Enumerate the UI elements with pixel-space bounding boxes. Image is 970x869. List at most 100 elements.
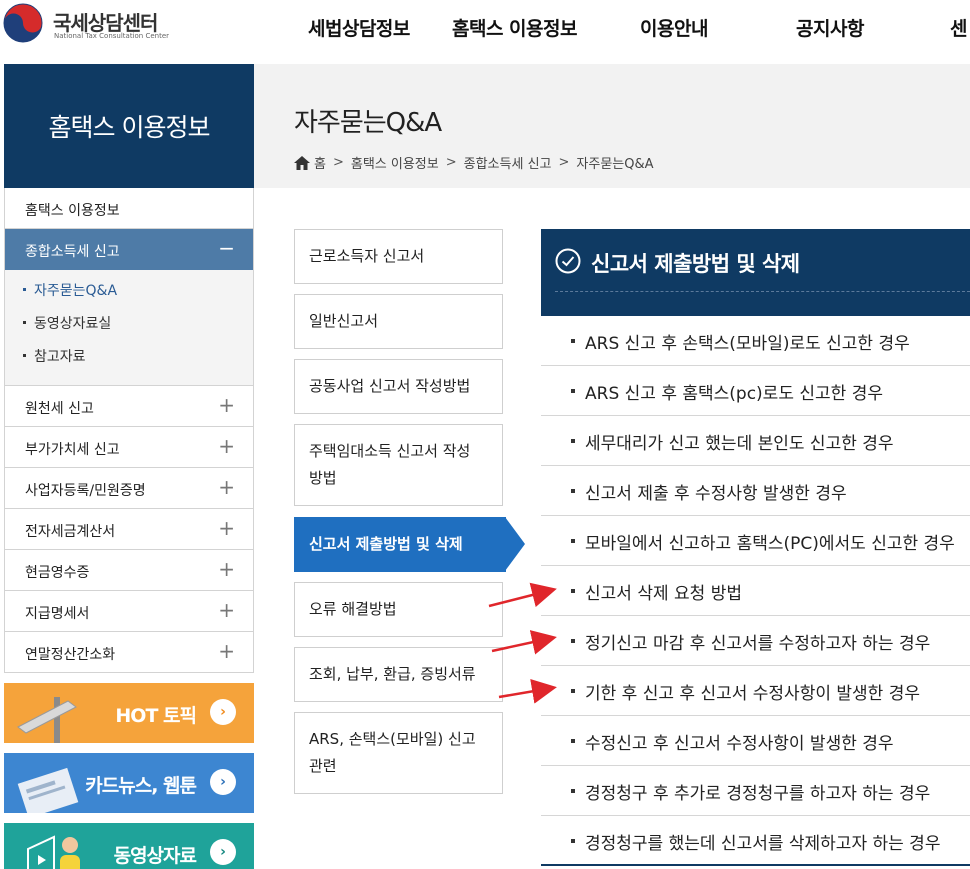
bullet-icon	[23, 320, 26, 324]
arrow-right-icon: ›	[210, 769, 236, 795]
arrow-right-icon: ›	[210, 839, 236, 865]
check-circle-icon	[555, 248, 581, 274]
sidebar-item-cash-receipt[interactable]: 현금영수증 +	[5, 550, 253, 591]
sidebar-item-payment-statement[interactable]: 지급명세서 +	[5, 591, 253, 632]
category-ars-mobile[interactable]: ARS, 손택스(모바일) 신고 관련	[294, 712, 503, 794]
taegeuk-logo-icon	[3, 3, 43, 43]
breadcrumb: 홈 > 홈택스 이용정보 > 종합소득세 신고 > 자주묻는Q&A	[294, 153, 654, 172]
expand-icon[interactable]: +	[218, 557, 235, 581]
sidebar-item-year-end-settlement[interactable]: 연말정산간소화 +	[5, 632, 253, 673]
nav-tax-consult-info[interactable]: 세법상담정보	[308, 14, 410, 41]
bullet-icon	[23, 287, 26, 291]
sidebar-item-label: 연말정산간소화	[25, 647, 116, 663]
bullet-icon	[23, 353, 26, 357]
expand-icon[interactable]: +	[218, 434, 235, 458]
collapse-icon[interactable]: −	[218, 236, 235, 260]
arrow-right-icon: ›	[210, 699, 236, 725]
sidebar-item-hometax-info[interactable]: 홈택스 이용정보	[5, 188, 253, 229]
expand-icon[interactable]: +	[218, 475, 235, 499]
breadcrumb-income-tax[interactable]: 종합소득세 신고	[464, 153, 552, 172]
sidebar-header: 홈택스 이용정보	[4, 64, 254, 188]
nav-hometax-info[interactable]: 홈택스 이용정보	[452, 14, 577, 41]
sidebar-subitem-label: 동영상자료실	[34, 316, 112, 332]
qa-item[interactable]: 모바일에서 신고하고 홈택스(PC)에서도 신고한 경우	[541, 516, 970, 566]
banner-hot-topic[interactable]: HOT 토픽 ›	[4, 683, 254, 743]
qa-item-text: 세무대리가 신고 했는데 본인도 신고한 경우	[585, 434, 894, 454]
site-header: 국세상담센터 National Tax Consultation Center …	[0, 0, 970, 56]
qa-item-text: 신고서 제출 후 수정사항 발생한 경우	[585, 484, 847, 504]
category-error-solutions[interactable]: 오류 해결방법	[294, 582, 503, 637]
bullet-icon	[571, 539, 575, 543]
home-icon[interactable]	[294, 155, 310, 170]
qa-item[interactable]: ARS 신고 후 홈택스(pc)로도 신고한 경우	[541, 366, 970, 416]
qa-item-text: 경정청구를 했는데 신고서를 삭제하고자 하는 경우	[585, 834, 941, 854]
qa-item-text: 수정신고 후 신고서 수정사항이 발생한 경우	[585, 734, 894, 754]
sidebar-item-vat[interactable]: 부가가치세 신고 +	[5, 427, 253, 468]
expand-icon[interactable]: +	[218, 393, 235, 417]
site-logo[interactable]: 국세상담센터 National Tax Consultation Center	[3, 3, 173, 45]
chevron-right-icon: >	[558, 155, 570, 170]
qa-item[interactable]: 신고서 제출 후 수정사항 발생한 경우	[541, 466, 970, 516]
video-presenter-icon	[27, 835, 80, 869]
category-housing-rental[interactable]: 주택임대소득 신고서 작성 방법	[294, 424, 503, 506]
chevron-right-icon: >	[332, 155, 344, 170]
page-title-band: 자주묻는Q&A 홈 > 홈택스 이용정보 > 종합소득세 신고 > 자주묻는Q&…	[254, 64, 970, 188]
sidebar-subitem-label: 자주묻는Q&A	[34, 283, 118, 299]
qa-item-text: 모바일에서 신고하고 홈택스(PC)에서도 신고한 경우	[585, 534, 955, 554]
newspaper-icon	[17, 767, 79, 813]
chevron-right-icon: >	[445, 155, 457, 170]
qa-item-text: ARS 신고 후 손택스(모바일)로도 신고한 경우	[585, 334, 910, 354]
qa-item[interactable]: 신고서 삭제 요청 방법	[541, 566, 970, 616]
qa-item[interactable]: 정기신고 마감 후 신고서를 수정하고자 하는 경우	[541, 616, 970, 666]
logo-subtitle: National Tax Consultation Center	[54, 32, 170, 40]
breadcrumb-faq: 자주묻는Q&A	[576, 157, 654, 172]
sidebar-subitem-references[interactable]: 참고자료	[5, 346, 253, 379]
active-pointer-icon	[505, 517, 525, 571]
category-joint-business[interactable]: 공동사업 신고서 작성방법	[294, 359, 503, 414]
sidebar-item-income-tax[interactable]: 종합소득세 신고 −	[5, 229, 253, 270]
sidebar-item-e-invoice[interactable]: 전자세금계산서 +	[5, 509, 253, 550]
sidebar-item-label: 현금영수증	[25, 565, 90, 581]
sidebar-item-label: 홈택스 이용정보	[25, 203, 120, 219]
banner-videos[interactable]: 동영상자료 ›	[4, 823, 254, 869]
bullet-icon	[571, 839, 575, 843]
qa-section-header: 신고서 제출방법 및 삭제	[541, 229, 970, 316]
nav-usage-guide[interactable]: 이용안내	[640, 14, 708, 41]
bullet-icon	[571, 389, 575, 393]
expand-icon[interactable]: +	[218, 598, 235, 622]
qa-item[interactable]: 수정신고 후 신고서 수정사항이 발생한 경우	[541, 716, 970, 766]
breadcrumb-hometax-info[interactable]: 홈택스 이용정보	[351, 153, 439, 172]
qa-item-text: 경정청구 후 추가로 경정청구를 하고자 하는 경우	[585, 784, 931, 804]
bullet-icon	[571, 689, 575, 693]
qa-item[interactable]: 경정청구 후 추가로 경정청구를 하고자 하는 경우	[541, 766, 970, 816]
sidebar-submenu: 자주묻는Q&A 동영상자료실 참고자료	[5, 270, 253, 386]
qa-item[interactable]: 기한 후 신고 후 신고서 수정사항이 발생한 경우	[541, 666, 970, 716]
page-title: 자주묻는Q&A	[294, 108, 442, 138]
qa-item[interactable]: ARS 신고 후 손택스(모바일)로도 신고한 경우	[541, 316, 970, 366]
sidebar-item-withholding[interactable]: 원천세 신고 +	[5, 386, 253, 427]
sidebar-item-business-registration[interactable]: 사업자등록/민원증명 +	[5, 468, 253, 509]
nav-center-truncated[interactable]: 센	[950, 14, 967, 41]
sidebar-item-label: 전자세금계산서	[25, 524, 116, 540]
expand-icon[interactable]: +	[218, 639, 235, 663]
category-submission-deletion[interactable]: 신고서 제출방법 및 삭제	[294, 517, 506, 572]
banner-label: 동영상자료	[113, 845, 197, 867]
qa-item[interactable]: 세무대리가 신고 했는데 본인도 신고한 경우	[541, 416, 970, 466]
category-general-return[interactable]: 일반신고서	[294, 294, 503, 349]
bullet-icon	[571, 589, 575, 593]
category-earned-income[interactable]: 근로소득자 신고서	[294, 229, 503, 284]
bullet-icon	[571, 739, 575, 743]
sidebar-subitem-label: 참고자료	[34, 349, 86, 365]
expand-icon[interactable]: +	[218, 516, 235, 540]
nav-notices[interactable]: 공지사항	[796, 14, 864, 41]
qa-section-title: 신고서 제출방법 및 삭제	[591, 252, 800, 276]
sidebar-subitem-videos[interactable]: 동영상자료실	[5, 313, 253, 346]
sidebar-subitem-faq[interactable]: 자주묻는Q&A	[5, 280, 253, 313]
divider	[555, 291, 970, 292]
banner-card-news[interactable]: 카드뉴스, 웹툰 ›	[4, 753, 254, 813]
sidebar-title: 홈택스 이용정보	[48, 113, 211, 142]
breadcrumb-home[interactable]: 홈	[314, 153, 326, 172]
qa-item[interactable]: 경정청구를 했는데 신고서를 삭제하고자 하는 경우	[541, 816, 970, 866]
category-inquiry-payment[interactable]: 조회, 납부, 환급, 증빙서류	[294, 647, 503, 702]
sidebar-item-label: 지급명세서	[25, 606, 90, 622]
